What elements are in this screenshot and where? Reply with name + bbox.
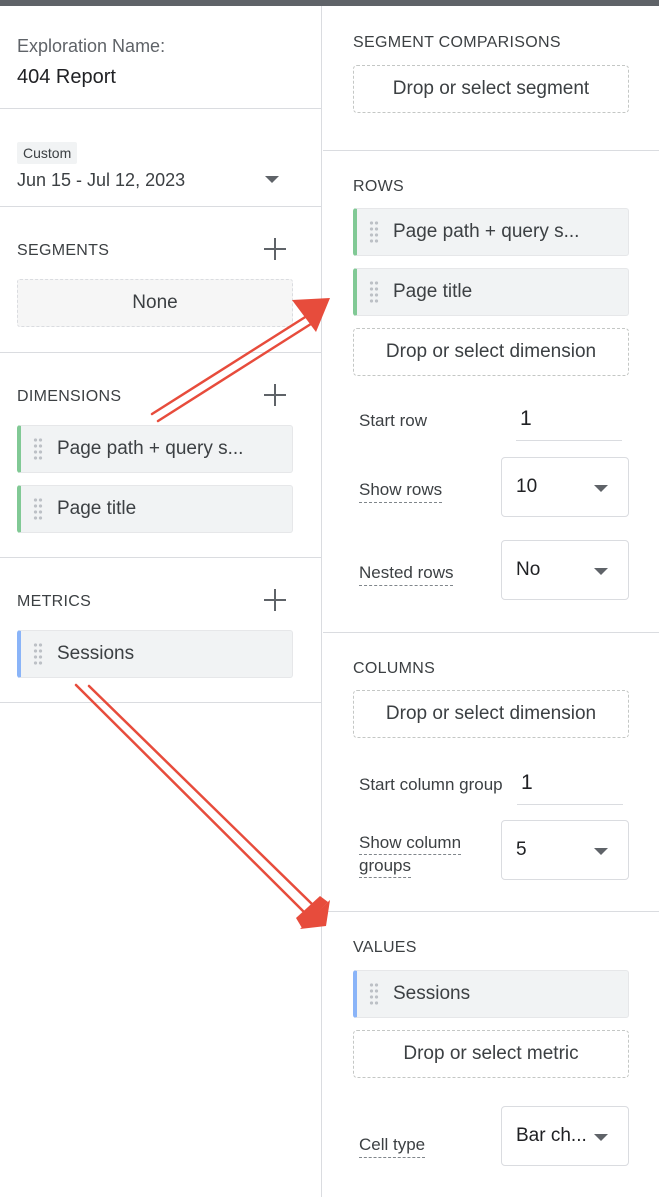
segments-none: None bbox=[17, 279, 293, 327]
segments-section: SEGMENTS None bbox=[0, 207, 321, 353]
row-label: Page title bbox=[393, 281, 473, 302]
show-rows-label: Show rows bbox=[359, 479, 443, 503]
drag-handle-icon[interactable] bbox=[33, 437, 43, 461]
add-metric-icon[interactable] bbox=[263, 588, 287, 612]
row-chip-page-path[interactable]: Page path + query s... bbox=[353, 208, 629, 256]
cell-type-select[interactable]: Bar ch... bbox=[501, 1106, 629, 1166]
rows-header: ROWS bbox=[353, 178, 404, 195]
exploration-name-section: Exploration Name: 404 Report bbox=[0, 6, 321, 109]
values-section: VALUES Sessions Drop or select metric Ce… bbox=[323, 912, 659, 1197]
start-column-group-label: Start column group bbox=[359, 775, 503, 794]
date-badge: Custom bbox=[17, 142, 78, 164]
chevron-down-icon bbox=[594, 1134, 608, 1141]
dimension-label: Page title bbox=[57, 498, 137, 519]
chevron-down-icon bbox=[594, 568, 608, 575]
row-chip-page-title[interactable]: Page title bbox=[353, 268, 629, 316]
cell-type-value: Bar ch... bbox=[516, 1125, 587, 1146]
chevron-down-icon bbox=[594, 848, 608, 855]
dimension-chip-page-path[interactable]: Page path + query s... bbox=[17, 425, 293, 473]
cell-type-label: Cell type bbox=[359, 1134, 426, 1158]
drag-handle-icon[interactable] bbox=[369, 982, 379, 1006]
metrics-section: METRICS Sessions bbox=[0, 558, 321, 703]
columns-drop-zone[interactable]: Drop or select dimension bbox=[353, 690, 629, 738]
rows-section: ROWS Page path + query s... Page title D… bbox=[323, 151, 659, 633]
dimension-chip-page-title[interactable]: Page title bbox=[17, 485, 293, 533]
segments-header: SEGMENTS bbox=[17, 242, 110, 259]
chevron-down-icon bbox=[265, 176, 279, 183]
dimensions-header: DIMENSIONS bbox=[17, 388, 122, 405]
columns-header: COLUMNS bbox=[353, 660, 436, 677]
rows-drop-zone[interactable]: Drop or select dimension bbox=[353, 328, 629, 376]
metric-chip-sessions[interactable]: Sessions bbox=[17, 630, 293, 678]
tab-settings-panel: SEGMENT COMPARISONS Drop or select segme… bbox=[323, 6, 659, 1197]
segment-comparisons-section: SEGMENT COMPARISONS Drop or select segme… bbox=[323, 6, 659, 151]
start-row-input[interactable]: 1 bbox=[516, 407, 622, 441]
metrics-header: METRICS bbox=[17, 593, 92, 610]
exploration-name-value[interactable]: 404 Report bbox=[17, 66, 116, 89]
show-column-groups-value: 5 bbox=[516, 839, 527, 860]
drag-handle-icon[interactable] bbox=[369, 220, 379, 244]
values-header: VALUES bbox=[353, 939, 417, 956]
segment-comparisons-header: SEGMENT COMPARISONS bbox=[353, 34, 561, 51]
add-segment-icon[interactable] bbox=[263, 237, 287, 261]
show-column-groups-select[interactable]: 5 bbox=[501, 820, 629, 880]
values-drop-zone[interactable]: Drop or select metric bbox=[353, 1030, 629, 1078]
drag-handle-icon[interactable] bbox=[33, 497, 43, 521]
start-row-label: Start row bbox=[359, 411, 428, 430]
date-range-text: Jun 15 - Jul 12, 2023 bbox=[17, 170, 186, 190]
show-column-groups-label: Show column groups bbox=[359, 832, 462, 878]
dimension-label: Page path + query s... bbox=[57, 438, 244, 459]
nested-rows-value: No bbox=[516, 559, 541, 580]
metric-label: Sessions bbox=[57, 643, 135, 664]
show-column-groups-label-line2: groups bbox=[359, 855, 411, 878]
variables-panel: Exploration Name: 404 Report Custom Jun … bbox=[0, 6, 322, 1197]
show-column-groups-label-line1: Show column bbox=[359, 832, 462, 855]
drag-handle-icon[interactable] bbox=[369, 280, 379, 304]
start-column-group-input[interactable]: 1 bbox=[517, 771, 623, 805]
drag-handle-icon[interactable] bbox=[33, 642, 43, 666]
add-dimension-icon[interactable] bbox=[263, 383, 287, 407]
nested-rows-select[interactable]: No bbox=[501, 540, 629, 600]
dimensions-section: DIMENSIONS Page path + query s... Page t… bbox=[0, 353, 321, 558]
nested-rows-label: Nested rows bbox=[359, 562, 454, 586]
value-chip-sessions[interactable]: Sessions bbox=[353, 970, 629, 1018]
date-range-picker[interactable]: Custom Jun 15 - Jul 12, 2023 bbox=[0, 109, 321, 207]
chevron-down-icon bbox=[594, 485, 608, 492]
columns-section: COLUMNS Drop or select dimension Start c… bbox=[323, 633, 659, 912]
exploration-name-label: Exploration Name: bbox=[17, 36, 166, 56]
show-rows-value: 10 bbox=[516, 476, 538, 497]
show-rows-select[interactable]: 10 bbox=[501, 457, 629, 517]
segment-drop-zone[interactable]: Drop or select segment bbox=[353, 65, 629, 113]
value-label: Sessions bbox=[393, 983, 471, 1004]
row-label: Page path + query s... bbox=[393, 221, 580, 242]
